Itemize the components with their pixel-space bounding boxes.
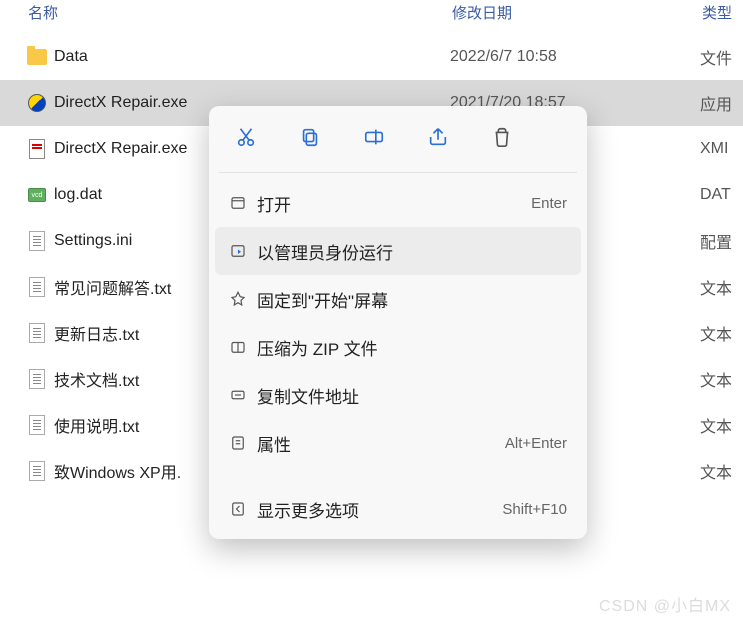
context-toolbar — [215, 112, 581, 170]
file-type: 文本 — [700, 413, 743, 437]
cut-button[interactable] — [219, 118, 273, 160]
dat-icon: vcd — [24, 183, 50, 207]
header-type[interactable]: 类型 — [700, 2, 743, 23]
menu-item-copypath[interactable]: 复制文件地址 — [215, 371, 581, 419]
admin-icon — [229, 242, 257, 260]
copypath-icon — [229, 386, 257, 404]
xml-icon — [24, 137, 50, 161]
menu-item-label: 属性 — [257, 431, 505, 456]
menu-item-shortcut: Alt+Enter — [505, 435, 567, 452]
properties-icon — [229, 434, 257, 452]
menu-item-properties[interactable]: 属性Alt+Enter — [215, 419, 581, 467]
file-type: XMI — [700, 140, 743, 158]
menu-item-shortcut: Enter — [531, 195, 567, 212]
share-icon — [427, 126, 449, 152]
txt-icon — [24, 413, 50, 437]
menu-item-label: 显示更多选项 — [257, 497, 502, 522]
file-type: 文本 — [700, 367, 743, 391]
watermark: CSDN @小白MX — [599, 592, 731, 616]
txt-icon — [24, 321, 50, 345]
delete-button[interactable] — [475, 118, 529, 160]
menu-item-label: 固定到"开始"屏幕 — [257, 287, 567, 312]
menu-item-label: 打开 — [257, 191, 531, 216]
menu-separator — [219, 172, 577, 173]
rename-button[interactable] — [347, 118, 401, 160]
file-type: 文本 — [700, 459, 743, 483]
context-menu: 打开Enter 以管理员身份运行固定到"开始"屏幕压缩为 ZIP 文件复制文件地址… — [209, 106, 587, 539]
folder-icon — [24, 45, 50, 69]
menu-item-more[interactable]: 显示更多选项Shift+F10 — [215, 485, 581, 533]
menu-item-label: 压缩为 ZIP 文件 — [257, 335, 567, 360]
menu-item-open[interactable]: 打开Enter — [215, 179, 581, 227]
menu-item-shortcut: Shift+F10 — [502, 501, 567, 518]
header-date[interactable]: 修改日期 — [450, 2, 700, 23]
ini-icon — [24, 229, 50, 253]
open-icon — [229, 194, 257, 212]
file-type: 文本 — [700, 321, 743, 345]
file-type: 配置 — [700, 229, 743, 253]
file-name: Data — [54, 48, 450, 66]
exe-icon — [24, 91, 50, 115]
delete-icon — [491, 126, 513, 152]
header-name[interactable]: 名称 — [0, 2, 450, 23]
file-row[interactable]: Data2022/6/7 10:58文件 — [0, 34, 743, 80]
menu-item-label: 以管理员身份运行 — [257, 239, 567, 264]
menu-item-pin[interactable]: 固定到"开始"屏幕 — [215, 275, 581, 323]
copy-button[interactable] — [283, 118, 337, 160]
file-type: DAT — [700, 186, 743, 204]
column-header: 名称 修改日期 类型 — [0, 0, 743, 34]
file-type: 文本 — [700, 275, 743, 299]
rename-icon — [363, 126, 385, 152]
txt-icon — [24, 275, 50, 299]
copy-icon — [299, 126, 321, 152]
zip-icon — [229, 338, 257, 356]
menu-item-label: 复制文件地址 — [257, 383, 567, 408]
file-type: 应用 — [700, 91, 743, 115]
menu-item-zip[interactable]: 压缩为 ZIP 文件 — [215, 323, 581, 371]
txt-icon — [24, 459, 50, 483]
file-type: 文件 — [700, 45, 743, 69]
menu-item-admin[interactable]: 以管理员身份运行 — [215, 227, 581, 275]
txt-icon — [24, 367, 50, 391]
file-date: 2022/6/7 10:58 — [450, 48, 700, 66]
cut-icon — [235, 126, 257, 152]
pin-icon — [229, 290, 257, 308]
more-icon — [229, 500, 257, 518]
share-button[interactable] — [411, 118, 465, 160]
